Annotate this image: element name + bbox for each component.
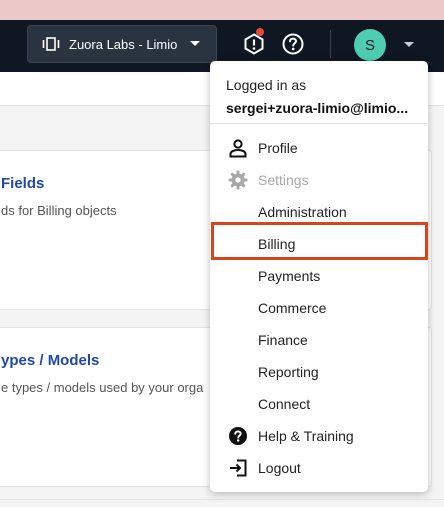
card-title[interactable]: ypes / Models	[1, 352, 99, 369]
menu-item-label: Administration	[258, 204, 347, 220]
menu-item-help-training[interactable]: Help & Training	[210, 420, 428, 452]
menu-item-commerce[interactable]: Commerce	[210, 292, 428, 324]
gear-icon	[227, 169, 249, 191]
menu-item-label: Finance	[258, 332, 308, 348]
menu-item-payments[interactable]: Payments	[210, 260, 428, 292]
divider	[0, 499, 444, 500]
tenant-switch-icon	[42, 37, 60, 51]
menu-item-profile[interactable]: Profile	[210, 132, 428, 164]
top-banner-strip	[0, 0, 444, 20]
billing-highlight-box	[211, 222, 428, 260]
logout-icon	[227, 457, 249, 479]
notification-alert-icon[interactable]	[242, 32, 266, 56]
menu-divider	[210, 123, 428, 124]
menu-item-reporting[interactable]: Reporting	[210, 356, 428, 388]
help-icon[interactable]	[281, 32, 305, 56]
chevron-down-icon	[190, 41, 200, 46]
person-icon	[227, 137, 249, 159]
menu-item-connect[interactable]: Connect	[210, 388, 428, 420]
menu-item-label: Profile	[258, 140, 298, 156]
help-circle-icon	[227, 425, 249, 447]
menu-item-finance[interactable]: Finance	[210, 324, 428, 356]
avatar[interactable]: S	[354, 29, 386, 61]
user-dropdown-menu: Logged in as sergei+zuora-limio@limio...…	[210, 61, 428, 492]
menu-item-label: Commerce	[258, 300, 327, 316]
card-title[interactable]: Fields	[1, 175, 44, 192]
menu-item-logout[interactable]: Logout	[210, 452, 428, 484]
notification-badge	[256, 28, 264, 36]
tenant-switcher[interactable]: Zuora Labs - Limio	[27, 25, 217, 63]
menu-item-label: Settings	[258, 172, 309, 188]
menu-item-settings: Settings	[210, 164, 428, 196]
menu-item-label: Logout	[258, 460, 301, 476]
user-email: sergei+zuora-limio@limio...	[226, 100, 409, 116]
card-description: ds for Billing objects	[1, 203, 117, 218]
menu-item-label: Help & Training	[258, 428, 354, 444]
menu-item-label: Reporting	[258, 364, 319, 380]
card-description: e types / models used by your orga	[1, 380, 204, 395]
chevron-down-icon[interactable]	[404, 42, 414, 47]
menu-item-label: Connect	[258, 396, 311, 412]
navbar-divider	[330, 30, 331, 58]
tenant-name: Zuora Labs - Limio	[69, 36, 178, 52]
menu-item-label: Payments	[258, 268, 321, 284]
logged-in-label: Logged in as	[226, 77, 307, 93]
